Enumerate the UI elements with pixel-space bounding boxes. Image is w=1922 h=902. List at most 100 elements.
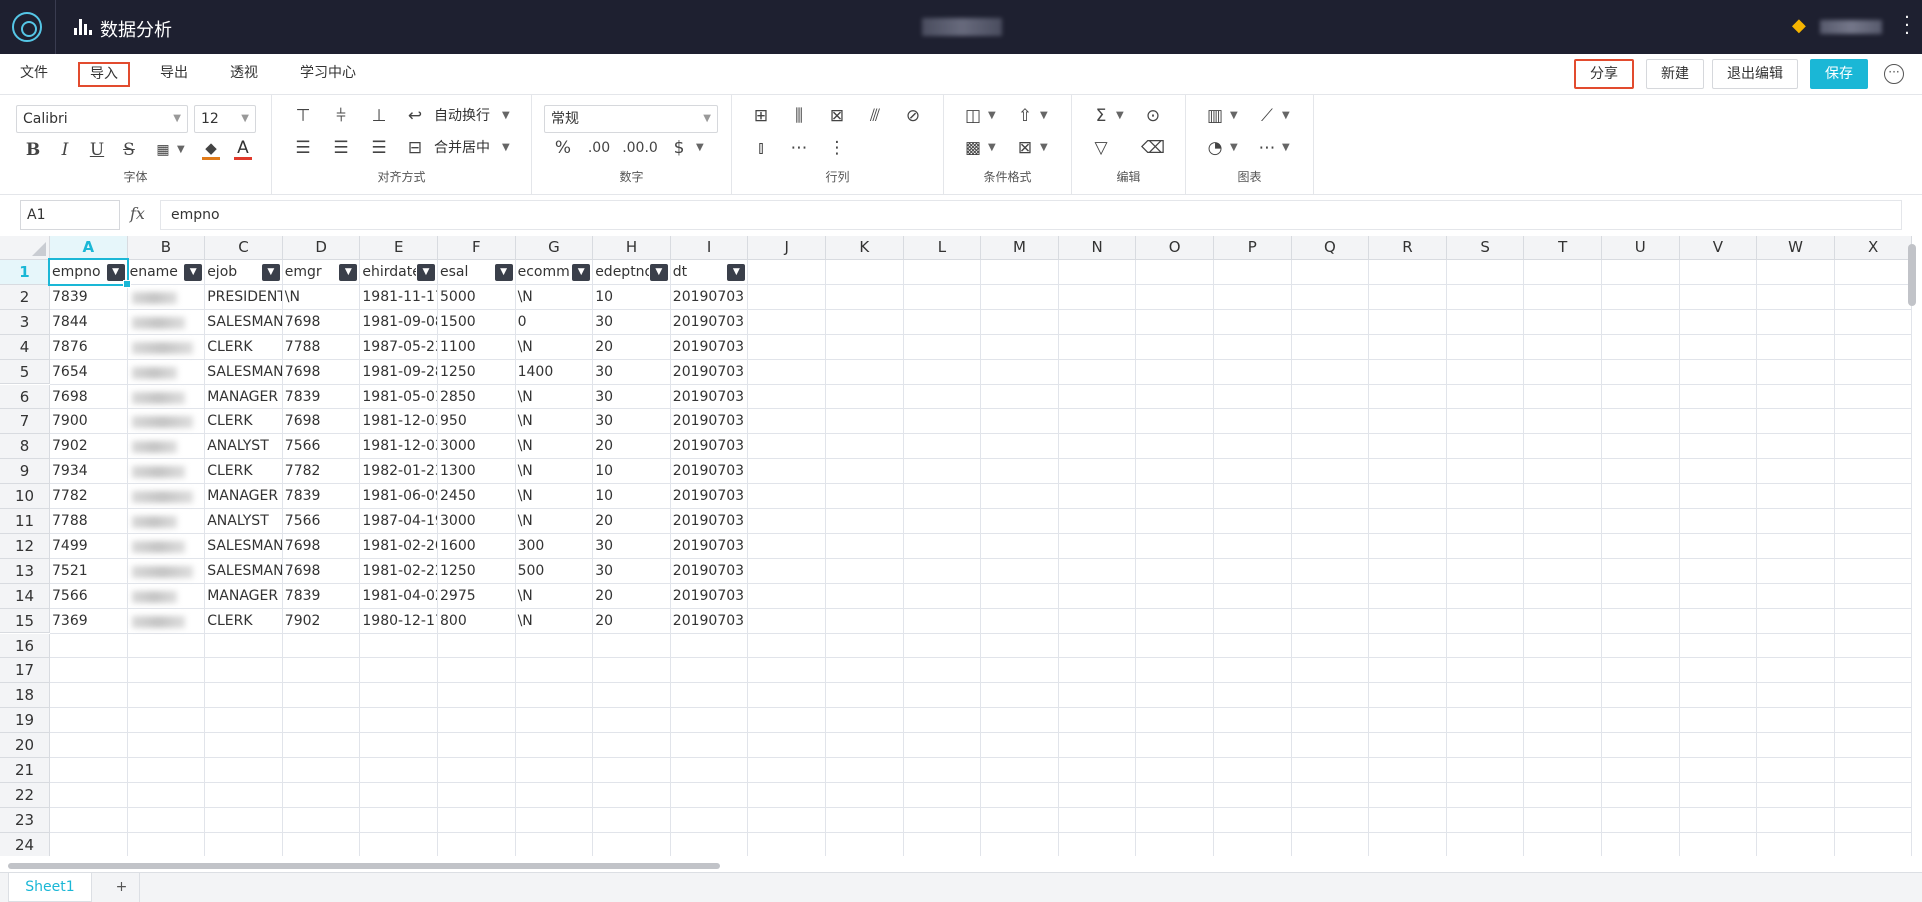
data-cell[interactable]: 7902 [283, 609, 360, 634]
column-header[interactable]: P [1214, 236, 1292, 260]
column-header[interactable]: L [903, 236, 982, 260]
wrap-text-icon[interactable]: ↩ [402, 103, 428, 129]
data-cell[interactable]: \N [516, 459, 593, 484]
data-cell[interactable]: 7566 [283, 434, 360, 459]
data-cell[interactable]: 2975 [438, 584, 515, 609]
user-name-redacted[interactable] [1820, 20, 1882, 34]
data-cell[interactable]: 7902 [50, 434, 127, 459]
data-cell[interactable]: 2450 [438, 484, 515, 509]
data-cell[interactable]: 20190703 [671, 459, 748, 484]
data-cell[interactable]: 950 [438, 409, 515, 434]
filter-dropdown-icon[interactable]: ▼ [494, 264, 513, 281]
data-cell[interactable]: 0 [516, 310, 593, 335]
filter-dropdown-icon[interactable]: ▼ [184, 264, 203, 281]
data-cell[interactable]: \N [516, 385, 593, 410]
row-header[interactable]: 21 [0, 758, 50, 783]
data-bar-icon[interactable]: ◫ [960, 103, 986, 129]
column-header[interactable]: V [1679, 236, 1758, 260]
chevron-down-icon[interactable]: ▼ [988, 103, 996, 129]
data-cell[interactable]: 7934 [50, 459, 127, 484]
row-header[interactable]: 17 [0, 658, 50, 684]
data-cell[interactable]: 7839 [283, 385, 360, 410]
font-color-icon[interactable]: A [230, 135, 256, 161]
row-header[interactable]: 5 [0, 359, 50, 385]
data-cell[interactable]: 30 [593, 360, 670, 385]
menu-pivot[interactable]: 透视 [220, 62, 268, 87]
data-cell[interactable]: 1981-06-09 [360, 484, 437, 509]
row-header[interactable]: 12 [0, 533, 50, 559]
row-header[interactable]: 22 [0, 782, 50, 808]
column-header[interactable]: J [748, 236, 826, 260]
row-header[interactable]: 16 [0, 633, 50, 659]
chevron-down-icon[interactable]: ▼ [696, 135, 704, 161]
horizontal-scrollbar[interactable] [8, 863, 720, 869]
highlight-rules-icon[interactable]: ⇧ [1012, 103, 1038, 129]
column-width-icon[interactable]: ⫾ [748, 135, 774, 161]
data-cell[interactable]: 1600 [438, 534, 515, 559]
data-cell[interactable]: 500 [516, 559, 593, 584]
menu-learning-center[interactable]: 学习中心 [290, 62, 366, 87]
data-cell[interactable]: 10 [593, 484, 670, 509]
filter-dropdown-icon[interactable]: ▼ [572, 264, 591, 281]
data-cell[interactable]: 7566 [50, 584, 127, 609]
row-header[interactable]: 15 [0, 608, 50, 634]
row-header[interactable]: 20 [0, 733, 50, 758]
data-cell[interactable]: 7839 [50, 285, 127, 310]
header-cell[interactable]: ecomm [516, 260, 572, 285]
row-header[interactable]: 7 [0, 409, 50, 435]
chevron-down-icon[interactable]: ▼ [1230, 135, 1238, 161]
chevron-down-icon[interactable]: ▼ [1040, 135, 1048, 161]
align-center-icon[interactable]: ☰ [328, 135, 354, 161]
data-cell[interactable]: 20190703 [671, 559, 748, 584]
column-header[interactable]: N [1058, 236, 1137, 260]
clear-icon[interactable]: ⌫ [1140, 135, 1166, 161]
border-icon[interactable]: ▦ [150, 137, 176, 163]
chevron-down-icon[interactable]: ▼ [1116, 103, 1124, 129]
sheet-tab[interactable]: Sheet1 [8, 873, 92, 902]
bar-chart-icon[interactable]: ▥ [1202, 103, 1228, 129]
align-middle-icon[interactable]: ⫩ [328, 103, 354, 129]
data-cell[interactable]: 10 [593, 285, 670, 310]
sum-icon[interactable]: Σ [1088, 103, 1114, 129]
data-cell[interactable]: 7566 [283, 509, 360, 534]
data-cell[interactable]: 1981-04-02 [360, 584, 437, 609]
data-cell[interactable]: MANAGER [205, 584, 282, 609]
data-cell[interactable]: \N [516, 584, 593, 609]
color-scale-icon[interactable]: ▩ [960, 135, 986, 161]
chevron-down-icon[interactable]: ▼ [1230, 103, 1238, 129]
data-cell[interactable]: 1987-04-19 [360, 509, 437, 534]
data-cell[interactable]: 10 [593, 459, 670, 484]
data-cell[interactable]: 7698 [283, 310, 360, 335]
column-header[interactable]: F [438, 236, 516, 260]
data-cell[interactable]: \N [516, 285, 593, 310]
data-cell[interactable]: 7521 [50, 559, 127, 584]
header-cell[interactable]: dt [671, 260, 727, 285]
data-cell[interactable]: 20 [593, 584, 670, 609]
data-cell[interactable]: 3000 [438, 434, 515, 459]
data-cell[interactable]: 20190703 [671, 484, 748, 509]
filter-dropdown-icon[interactable]: ▼ [727, 264, 746, 281]
kebab-menu-icon[interactable]: · · · [1903, 9, 1911, 43]
column-header[interactable]: A [50, 236, 128, 260]
data-cell[interactable]: 20190703 [671, 534, 748, 559]
data-cell[interactable]: SALESMAN [205, 559, 282, 584]
data-cell[interactable]: SALESMAN [205, 310, 282, 335]
data-cell[interactable]: 1981-02-20 [360, 534, 437, 559]
data-cell[interactable]: 1981-12-03 [360, 434, 437, 459]
chevron-down-icon[interactable]: ▼ [1040, 103, 1048, 129]
italic-icon[interactable]: I [52, 137, 78, 163]
data-cell[interactable]: 7698 [283, 360, 360, 385]
function-icon[interactable]: fx [130, 204, 145, 223]
data-cell[interactable]: 7839 [283, 584, 360, 609]
data-cell[interactable]: 2850 [438, 385, 515, 410]
row-height-icon[interactable]: ⋯ [786, 135, 812, 161]
data-cell[interactable]: 20 [593, 335, 670, 360]
data-cell[interactable]: CLERK [205, 609, 282, 634]
header-cell[interactable]: edeptno [593, 260, 649, 285]
data-cell[interactable]: 7499 [50, 534, 127, 559]
data-cell[interactable]: 20 [593, 609, 670, 634]
header-cell[interactable]: ejob [205, 260, 261, 285]
filter-dropdown-icon[interactable]: ▼ [339, 264, 358, 281]
share-button[interactable]: 分享 [1574, 59, 1634, 89]
column-header[interactable]: B [127, 236, 206, 260]
